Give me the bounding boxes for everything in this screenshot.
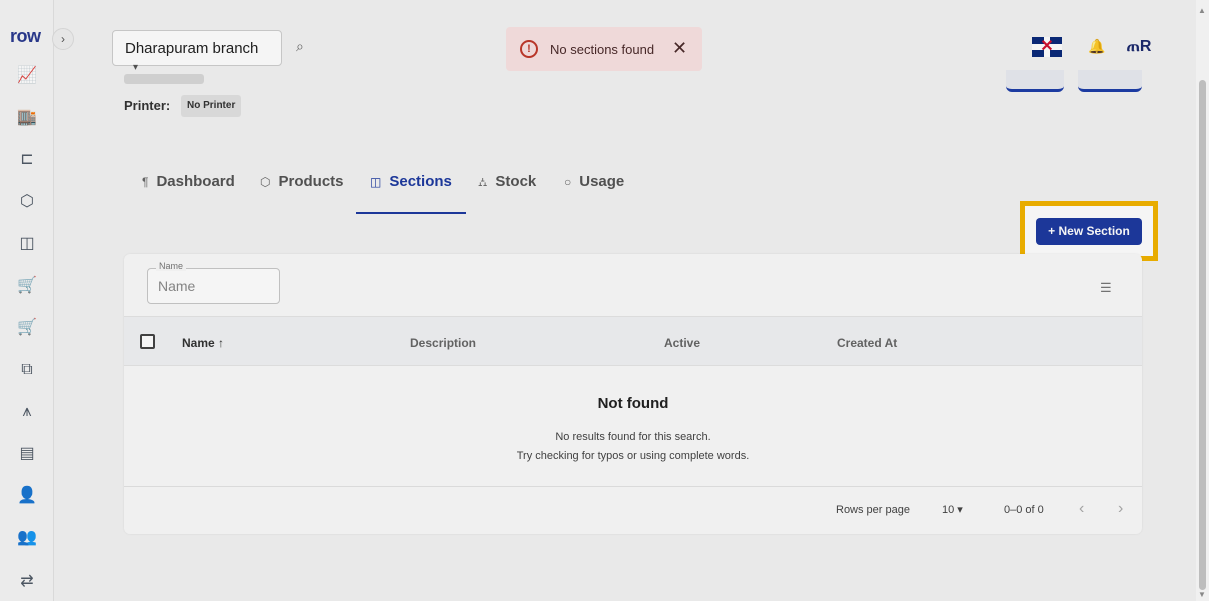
cart-icon[interactable]: 🛒 bbox=[17, 276, 37, 296]
sidebar-collapse-button[interactable]: › bbox=[52, 28, 74, 50]
table-service-icon[interactable]: ⩚ bbox=[17, 402, 37, 422]
scroll-down-icon[interactable]: ▼ bbox=[1198, 590, 1206, 599]
scroll-thumb[interactable] bbox=[1199, 80, 1206, 590]
tab-sections[interactable]: ◫ Sections bbox=[356, 160, 466, 214]
box-icon[interactable]: ⬡ bbox=[17, 192, 37, 212]
blurred-subtitle bbox=[124, 74, 204, 84]
search-icon[interactable]: ⌕ bbox=[296, 38, 312, 54]
group-icon[interactable]: 👥 bbox=[17, 528, 37, 548]
tab-label: Stock bbox=[495, 173, 537, 190]
dashboard-icon: ¶ bbox=[142, 175, 149, 189]
transfer-icon[interactable]: ⇄ bbox=[17, 572, 37, 592]
sidebar: row 📈 🏬 ⊏ ⬡ ◫ 🛒 🛒 ⧉ ⩚ ▤ 👤 👥 ⇄ bbox=[0, 0, 54, 601]
pagination-range: 0–0 of 0 bbox=[1004, 504, 1044, 516]
branch-select[interactable]: Dharapuram branch ▾ bbox=[112, 30, 282, 73]
printer-label: Printer: bbox=[124, 98, 171, 113]
name-filter-input[interactable]: Name Name bbox=[147, 261, 280, 304]
analytics-icon[interactable]: 📈 bbox=[17, 66, 37, 86]
column-header-created-at[interactable]: Created At bbox=[837, 336, 897, 350]
new-section-button[interactable]: + New Section bbox=[1036, 218, 1142, 245]
hierarchy-icon[interactable]: ⊏ bbox=[17, 150, 37, 170]
empty-state-line: No results found for this search. bbox=[555, 431, 711, 443]
table-header: Name ↑ Description Active Created At bbox=[124, 316, 1142, 366]
column-header-name[interactable]: Name ↑ bbox=[182, 336, 224, 350]
tab-stock[interactable]: ⛼ Stock bbox=[478, 160, 536, 214]
tab-dashboard[interactable]: ¶ Dashboard bbox=[142, 160, 235, 214]
cart-add-icon[interactable]: 🛒 bbox=[17, 318, 37, 338]
sections-icon: ◫ bbox=[370, 175, 382, 189]
error-toast: ! No sections found ✕ bbox=[506, 27, 702, 71]
chevron-left-icon[interactable]: ‹ bbox=[1079, 500, 1084, 518]
close-icon[interactable]: ✕ bbox=[672, 38, 687, 59]
store-icon[interactable]: 🏬 bbox=[17, 108, 37, 128]
branch-select-label: Dharapuram branch bbox=[125, 40, 259, 57]
usage-icon: ○ bbox=[564, 175, 572, 189]
tab-products[interactable]: ⬡ Products bbox=[260, 160, 344, 214]
app-page: row 📈 🏬 ⊏ ⬡ ◫ 🛒 🛒 ⧉ ⩚ ▤ 👤 👥 ⇄ › Dharapur… bbox=[0, 0, 1209, 601]
filter-icon[interactable]: ☰ bbox=[1100, 280, 1112, 296]
tab-label: Products bbox=[278, 173, 344, 190]
name-filter-label: Name bbox=[156, 261, 187, 271]
scroll-up-icon[interactable]: ▲ bbox=[1198, 6, 1206, 15]
brand-logo-icon[interactable]: ጠR bbox=[1124, 32, 1154, 62]
tab-usage[interactable]: ○ Usage bbox=[564, 160, 624, 214]
tab-label: Usage bbox=[579, 173, 625, 190]
printer-chip[interactable]: No Printer bbox=[181, 95, 242, 117]
bell-icon[interactable]: 🔔 bbox=[1088, 38, 1105, 55]
app-logo[interactable]: row bbox=[10, 26, 41, 47]
uk-flag-icon[interactable]: ✕ bbox=[1032, 37, 1062, 57]
rows-per-page-select[interactable]: 10 ▾ bbox=[942, 503, 963, 516]
tab-label: Dashboard bbox=[156, 173, 235, 190]
name-filter-placeholder: Name bbox=[158, 278, 196, 294]
column-header-description[interactable]: Description bbox=[410, 336, 476, 350]
error-icon: ! bbox=[520, 40, 538, 58]
tab-label: Sections bbox=[389, 173, 452, 190]
sections-table-card: Name Name ☰ Name ↑ Description Active Cr… bbox=[124, 254, 1142, 534]
toast-message: No sections found bbox=[550, 42, 655, 57]
header-action-button[interactable] bbox=[1006, 70, 1064, 92]
copy-icon[interactable]: ⧉ bbox=[17, 360, 37, 380]
table-pagination: Rows per page 10 ▾ 0–0 of 0 ‹ › bbox=[124, 486, 1142, 534]
page-scrollbar[interactable]: ▲ ▼ bbox=[1196, 0, 1209, 601]
empty-state-title: Not found bbox=[597, 395, 669, 412]
user-check-icon[interactable]: 👤 bbox=[17, 486, 37, 506]
bag-icon[interactable]: ◫ bbox=[17, 234, 37, 254]
stock-icon: ⛼ bbox=[478, 175, 488, 189]
rows-per-page-label: Rows per page bbox=[836, 504, 910, 516]
chevron-down-icon: ▾ bbox=[133, 62, 139, 73]
empty-state-line: Try checking for typos or using complete… bbox=[516, 450, 750, 462]
select-all-checkbox[interactable] bbox=[140, 334, 155, 349]
chevron-right-icon[interactable]: › bbox=[1118, 500, 1123, 518]
list-icon[interactable]: ▤ bbox=[17, 444, 37, 464]
box-icon: ⬡ bbox=[260, 175, 271, 189]
header-action-button[interactable] bbox=[1078, 70, 1142, 92]
column-header-active[interactable]: Active bbox=[664, 336, 700, 350]
